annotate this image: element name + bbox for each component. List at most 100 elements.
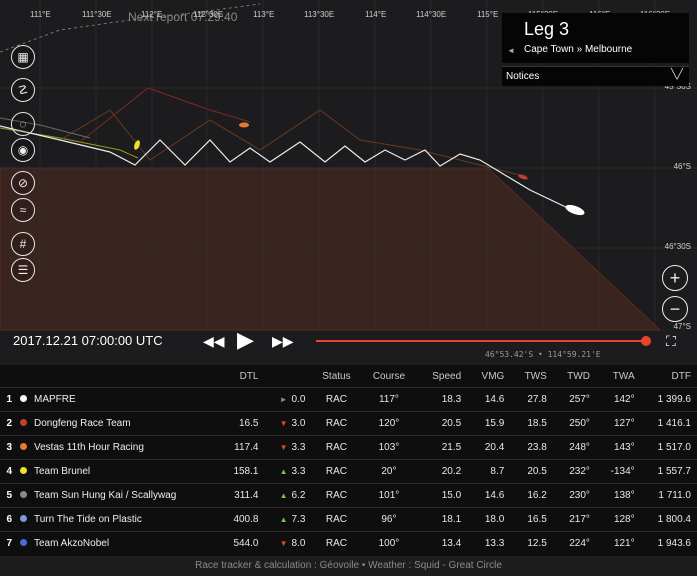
twd-cell: 232° [552,459,596,484]
twd-cell: 230° [552,483,596,508]
leg-prev-icon[interactable]: ◄ [507,46,515,55]
layers-icon[interactable]: ☰ [11,258,35,282]
speed-cell: 15.0 [416,483,468,508]
course-cell: 100° [361,531,417,555]
table-row[interactable]: 4 Team Brunel 158.1 ▲ 3.3 RAC 20° 20.2 8.7 20.5 23… [0,459,697,484]
twd-cell: 248° [552,435,596,460]
race-map[interactable]: Next report 07:29:40 111°E 111°30E 112°E… [0,0,697,365]
wind-icon[interactable]: ≈ [11,198,35,222]
status-cell: RAC [311,459,362,484]
speed-header[interactable]: Speed [416,365,467,388]
table-row[interactable]: 2 Dongfeng Race Team 16.5 ▼ 3.0 RAC 120° 20.5 15… [0,411,697,436]
status-cell: RAC [311,531,362,555]
notices-dropdown[interactable]: Notices ╲╱ [502,66,689,86]
course-cell: 20° [361,459,417,484]
team-name[interactable]: Dongfeng Race Team [32,411,219,436]
team-name[interactable]: Turn The Tide on Plastic [32,507,219,532]
rewind-icon[interactable]: ◀◀ [203,333,225,350]
team-name[interactable]: Team Sun Hung Kai / Scallywag [32,483,219,508]
tws-cell: 20.5 [510,459,553,484]
team-name[interactable]: Vestas 11th Hour Racing [32,435,219,460]
table-row[interactable]: 6 Turn The Tide on Plastic 400.8 ▲ 7.3 RAC 96°… [0,507,697,532]
grid-icon[interactable]: # [11,232,35,256]
twd-cell: 224° [552,531,596,555]
twd-header[interactable]: TWD [553,365,596,388]
trend-icon: ▼ [279,539,288,548]
dtl-cell: 311.4 [218,483,265,508]
compass-icon[interactable]: ⊘ [11,171,35,195]
boat-brunel [134,140,140,150]
course-cell: 101° [361,483,417,508]
team-header [0,365,219,388]
team-name[interactable]: Team AkzoNobel [32,531,219,555]
twa-header[interactable]: TWA [596,365,641,388]
dtl-cell: 16.5 [218,411,265,436]
table-row[interactable]: 3 Vestas 11th Hour Racing 117.4 ▼ 3.3 RAC 103°… [0,435,697,460]
team-name[interactable]: MAPFRE [32,387,219,412]
team-color-dot [14,387,32,412]
status-header[interactable]: Status [311,365,361,388]
change-cell: ▼ 3.3 [264,435,312,460]
dtf-cell: 1 557.7 [640,459,697,484]
dtl-cell: 400.8 [218,507,265,532]
dtf-cell: 1 517.0 [640,435,697,460]
zoom-out-button[interactable]: − [662,296,688,322]
speed-cell: 21.5 [416,435,468,460]
change-value: 0.0 [291,394,306,405]
trend-icon: ► [279,395,288,404]
timeline-slider[interactable] [316,340,647,342]
vmg-cell: 20.4 [467,435,511,460]
twa-cell: 121° [595,531,641,555]
rank-cell: 1 [0,387,14,412]
team-color-dot [14,483,32,508]
zoom-in-button[interactable]: + [662,265,688,291]
lon-label: 113°30E [304,10,335,19]
dtl-cell [218,387,265,412]
route-icon[interactable]: ☡ [11,78,35,102]
status-cell: RAC [311,507,362,532]
zoom-course-icon[interactable]: ◌ [11,112,35,136]
twa-cell: 142° [595,387,641,412]
lat-label: 46°30S [664,242,691,251]
change-header [264,365,311,388]
rank-cell: 6 [0,507,14,532]
twd-cell: 257° [552,387,596,412]
boat-mapfre [565,204,585,216]
change-cell: ▲ 6.2 [264,483,312,508]
vmg-cell: 18.0 [467,507,511,532]
lon-label: 112°E [141,10,163,19]
dtf-header[interactable]: DTF [641,365,697,388]
change-cell: ▲ 7.3 [264,507,312,532]
map-layer-icon[interactable]: ▦ [11,45,35,69]
vmg-header[interactable]: VMG [467,365,510,388]
leg-title: Leg 3 [524,19,570,39]
timeline-knob[interactable] [641,336,651,346]
table-row[interactable]: 7 Team AkzoNobel 544.0 ▼ 8.0 RAC 100° 13.4 13.3 1… [0,531,697,555]
cursor-coordinates: 46°53.42'S • 114°59.21'E [485,350,601,359]
track-vestas [59,109,521,176]
tws-cell: 16.5 [510,507,553,532]
team-name[interactable]: Team Brunel [32,459,219,484]
trend-icon: ▼ [279,419,288,428]
fullscreen-icon[interactable]: ⛶ [666,333,676,350]
change-cell: ▼ 8.0 [264,531,312,555]
tws-cell: 27.8 [510,387,553,412]
trend-icon: ▲ [279,515,288,524]
course-header[interactable]: Course [361,365,416,388]
course-cell: 96° [361,507,417,532]
fast-forward-icon[interactable]: ▶▶ [272,333,294,350]
tws-header[interactable]: TWS [510,365,552,388]
dtl-header[interactable]: DTL [219,365,265,388]
play-icon[interactable]: ▶ [237,327,254,353]
dtf-cell: 1 416.1 [640,411,697,436]
table-row[interactable]: 5 Team Sun Hung Kai / Scallywag 311.4 ▲ 6.2 R… [0,483,697,508]
table-row[interactable]: 1 MAPFRE ► 0.0 RAC 117° 18.3 14.6 27.8 257° 142° 1 … [0,387,697,412]
leaderboard-table: DTL Status Course Speed VMG TWS TWD TWA … [0,365,697,555]
lat-label: 46°S [673,162,691,171]
dtf-cell: 1 711.0 [640,483,697,508]
speed-cell: 20.5 [416,411,468,436]
tws-cell: 16.2 [510,483,553,508]
boat-focus-icon[interactable]: ◉ [11,138,35,162]
change-value: 3.0 [291,418,306,429]
lon-label: 113°E [253,10,275,19]
